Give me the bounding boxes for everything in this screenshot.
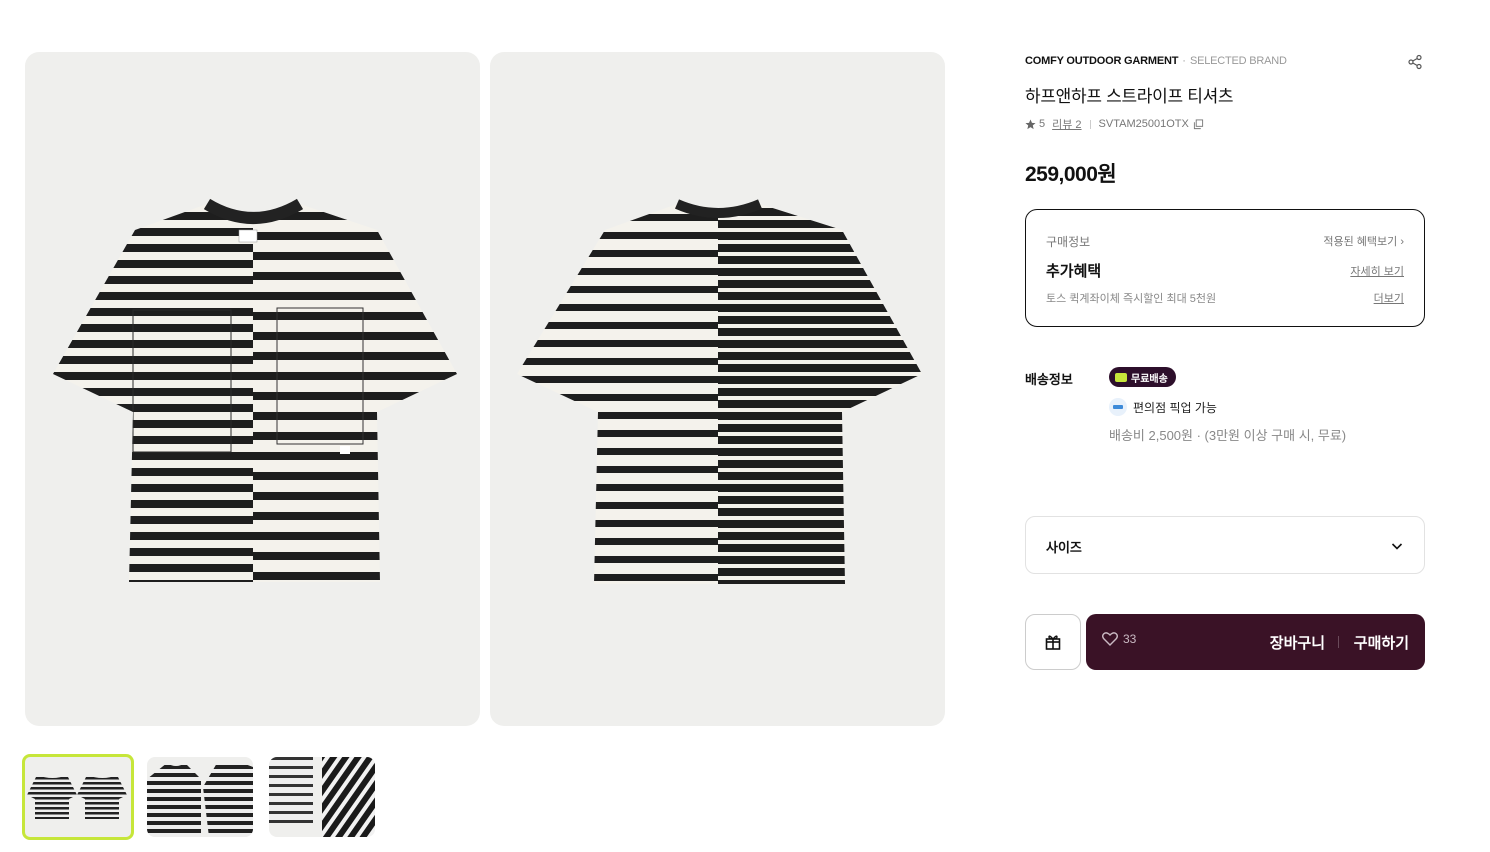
gift-icon (1045, 635, 1061, 650)
product-sku: SVTAM25001OTX (1098, 118, 1189, 130)
free-shipping-badge: 무료배송 (1109, 367, 1176, 387)
shipping-label: 배송정보 (1025, 372, 1073, 387)
pickup-label: 편의점 픽업 가능 (1133, 400, 1217, 415)
product-price: 259,000원 (1025, 163, 1117, 186)
product-image-back[interactable] (490, 52, 945, 726)
product-title: 하프앤하프 스트라이프 티셔츠 (1025, 87, 1234, 106)
truck-icon (1115, 372, 1127, 382)
copy-icon[interactable] (1193, 118, 1204, 130)
pickup-row: 편의점 픽업 가능 (1109, 398, 1217, 416)
size-select[interactable]: 사이즈 (1025, 516, 1425, 574)
add-to-cart-button[interactable]: 장바구니 (1270, 632, 1325, 653)
purchase-info-label: 구매정보 (1046, 235, 1091, 249)
rating-row: 5 리뷰 2 SVTAM25001OTX (1025, 116, 1204, 132)
like-count: 33 (1123, 632, 1137, 646)
thumbnail-strip (22, 754, 382, 840)
product-image-front[interactable] (25, 52, 480, 726)
review-link[interactable]: 리뷰 2 (1052, 116, 1081, 132)
gift-button[interactable] (1025, 614, 1081, 670)
brand-tag: SELECTED BRAND (1189, 55, 1287, 67)
button-divider (1338, 636, 1339, 648)
product-gallery (25, 52, 945, 726)
heart-icon (1102, 632, 1118, 646)
chevron-down-icon (1391, 543, 1403, 550)
buy-now-button[interactable]: 구매하기 (1354, 632, 1409, 653)
extra-benefit-title: 추가혜택 (1046, 263, 1102, 280)
benefit-box: 구매정보 적용된 혜택보기 › 추가혜택 자세히 보기 토스 퀵계좌이체 즉시할… (1025, 209, 1425, 327)
meta-divider (1089, 119, 1091, 129)
benefit-description: 토스 퀵계좌이체 즉시할인 최대 5천원 (1046, 293, 1217, 305)
rating-value: 5 (1039, 118, 1046, 130)
thumbnail-1[interactable] (22, 754, 134, 840)
applied-benefits-link[interactable]: 적용된 혜택보기 › (1323, 233, 1404, 249)
share-icon[interactable] (1407, 54, 1423, 70)
purchase-bar: 33 장바구니 구매하기 (1086, 614, 1425, 670)
thumbnail-3[interactable] (269, 757, 375, 837)
more-link[interactable]: 더보기 (1374, 290, 1404, 306)
free-shipping-label: 무료배송 (1131, 373, 1168, 385)
like-button[interactable]: 33 (1102, 632, 1136, 646)
brand-row: COMFY OUTDOOR GARMENT · SELECTED BRAND (1025, 54, 1425, 71)
star-icon (1025, 118, 1036, 129)
brand-separator: · (1182, 55, 1186, 67)
shipping-fee: 배송비 2,500원 · (3만원 이상 구매 시, 무료) (1109, 428, 1347, 443)
brand-name[interactable]: COMFY OUTDOOR GARMENT (1025, 55, 1178, 67)
detail-link[interactable]: 자세히 보기 (1350, 263, 1404, 279)
thumbnail-2[interactable] (147, 757, 253, 837)
pickup-icon (1109, 398, 1127, 416)
size-select-label: 사이즈 (1046, 540, 1082, 555)
